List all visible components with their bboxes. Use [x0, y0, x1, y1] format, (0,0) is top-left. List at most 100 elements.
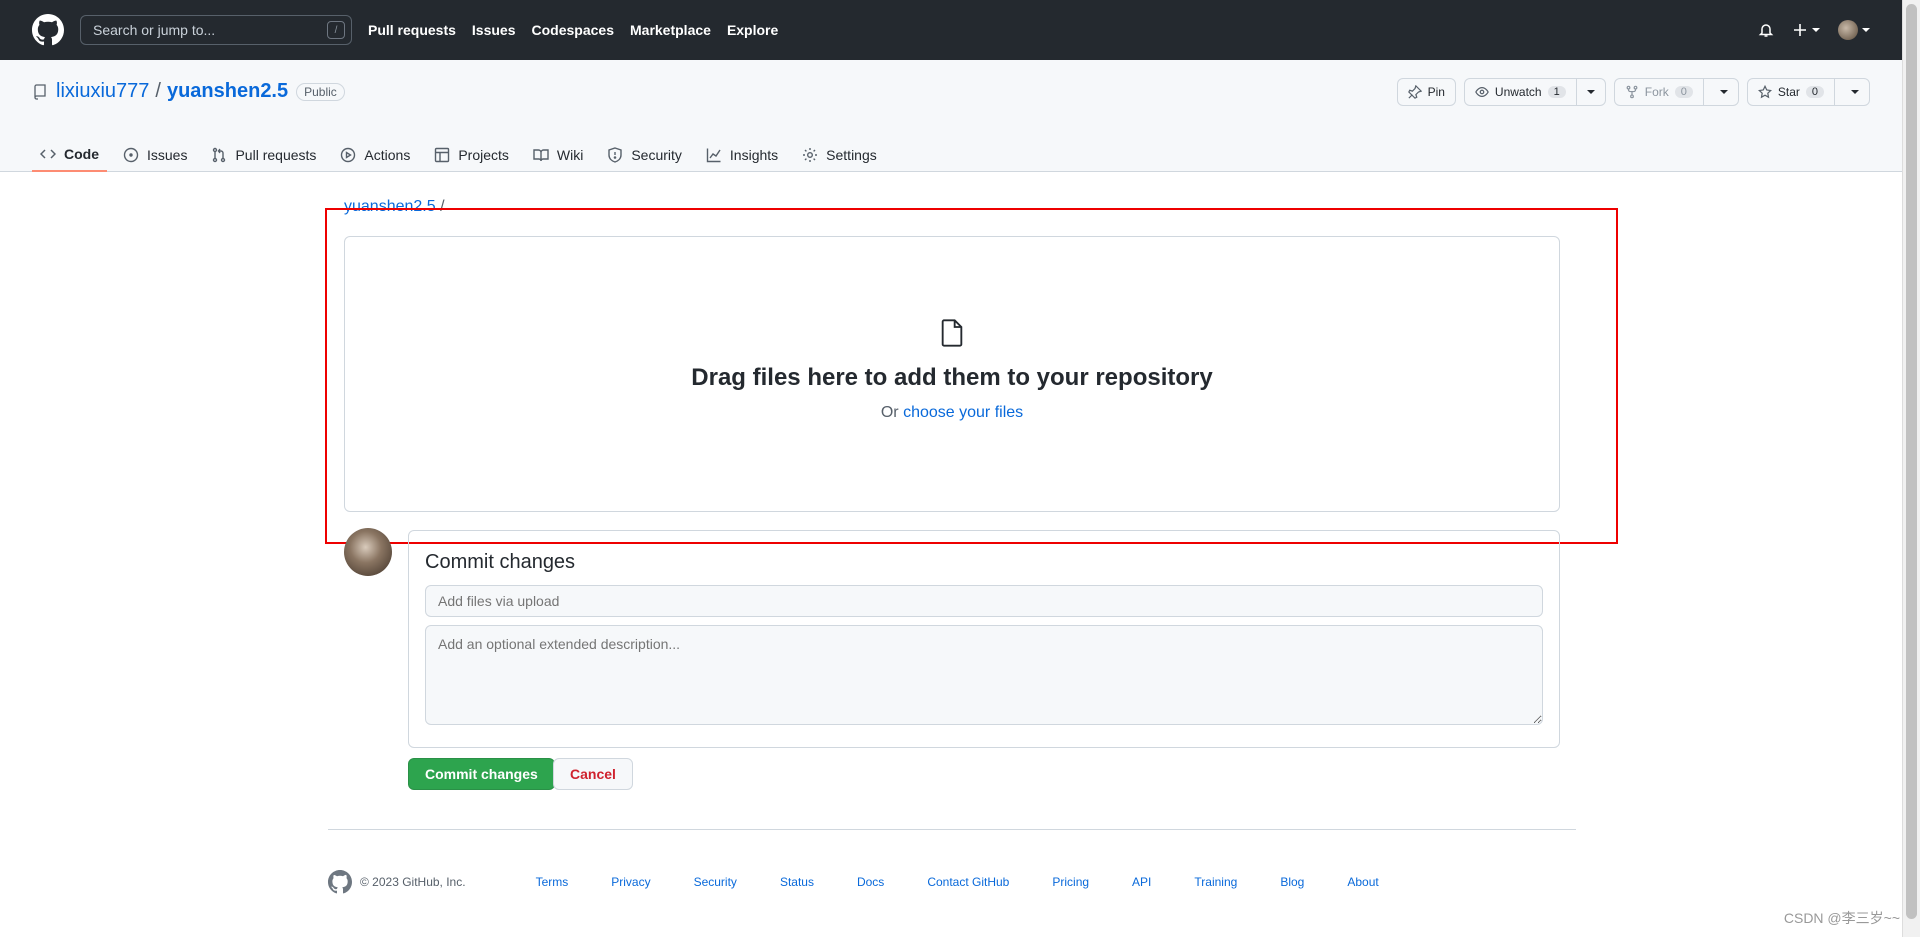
visibility-badge: Public — [296, 82, 345, 101]
unwatch-dropdown[interactable] — [1575, 79, 1595, 105]
tab-issues[interactable]: Issues — [115, 138, 195, 172]
pin-button[interactable]: Pin — [1396, 78, 1456, 106]
gear-icon — [803, 148, 818, 162]
play-icon — [341, 147, 356, 163]
star-label: Star — [1777, 85, 1800, 99]
bell-icon[interactable] — [1758, 22, 1774, 38]
shield-icon — [608, 147, 623, 163]
footer-link-status[interactable]: Status — [780, 875, 814, 889]
repo-title: lixiuxiu777 / yuanshen2.5 Public — [32, 80, 345, 103]
pin-label: Pin — [1427, 85, 1445, 99]
star-count: 0 — [1805, 86, 1824, 98]
user-menu[interactable] — [1838, 20, 1870, 40]
fork-label: Fork — [1644, 85, 1669, 99]
unwatch-label: Unwatch — [1494, 85, 1542, 99]
global-nav: Pull requests Issues Codespaces Marketpl… — [368, 22, 794, 38]
footer-link-terms[interactable]: Terms — [536, 875, 569, 889]
tab-actions[interactable]: Actions — [332, 138, 418, 172]
footer-link-contact[interactable]: Contact GitHub — [927, 875, 1009, 889]
tab-wiki[interactable]: Wiki — [525, 138, 591, 172]
fork-count: 0 — [1674, 86, 1693, 98]
repo-name-link[interactable]: yuanshen2.5 — [167, 80, 288, 103]
csdn-watermark: CSDN @李三岁~~ — [1783, 910, 1900, 926]
caret-down-icon — [1719, 90, 1728, 94]
fork-button[interactable]: Fork 0 — [1613, 78, 1739, 106]
cancel-button[interactable]: Cancel — [553, 758, 633, 790]
nav-codespaces[interactable]: Codespaces — [532, 22, 614, 38]
tab-pull-requests[interactable]: Pull requests — [203, 138, 324, 172]
github-logo-icon[interactable] — [32, 14, 64, 46]
caret-down-icon — [1862, 28, 1870, 32]
issue-opened-icon — [123, 147, 139, 163]
commit-description-textarea[interactable] — [425, 625, 1543, 725]
user-avatar — [1838, 20, 1858, 40]
unwatch-button[interactable]: Unwatch 1 — [1463, 78, 1606, 106]
fork-dropdown[interactable] — [1702, 79, 1728, 105]
graph-icon — [706, 148, 721, 163]
footer-copyright: © 2023 GitHub, Inc. — [360, 875, 466, 889]
table-icon — [435, 147, 450, 163]
tab-settings[interactable]: Settings — [794, 138, 885, 172]
tab-insights[interactable]: Insights — [698, 138, 786, 172]
star-dropdown[interactable] — [1834, 79, 1859, 105]
watch-count: 1 — [1547, 86, 1566, 98]
commit-form: Commit changes — [408, 530, 1560, 748]
tab-security-label: Security — [631, 147, 682, 163]
repo-icon — [34, 83, 46, 100]
repo-actions: Pin Unwatch 1 Fork 0 Star 0 — [1396, 78, 1870, 106]
plus-icon — [1794, 24, 1806, 36]
tab-issues-label: Issues — [147, 147, 188, 163]
tab-code[interactable]: Code — [32, 138, 107, 172]
fork-icon — [1626, 85, 1638, 99]
footer-divider — [328, 829, 1576, 830]
search-placeholder: Search or jump to... — [93, 22, 216, 38]
nav-marketplace[interactable]: Marketplace — [630, 22, 711, 38]
nav-explore[interactable]: Explore — [727, 22, 778, 38]
footer-link-api[interactable]: API — [1132, 875, 1151, 889]
footer-link-training[interactable]: Training — [1194, 875, 1237, 889]
repo-title-separator: / — [155, 80, 161, 102]
tab-code-label: Code — [64, 146, 99, 162]
commit-changes-button[interactable]: Commit changes — [408, 758, 555, 790]
committer-avatar — [344, 528, 392, 576]
search-input[interactable]: Search or jump to... / — [80, 15, 352, 45]
global-header: Search or jump to... / Pull requests Iss… — [0, 0, 1902, 60]
footer: © 2023 GitHub, Inc. Terms Privacy Securi… — [328, 870, 1576, 894]
caret-down-icon — [1812, 28, 1820, 32]
caret-down-icon — [1851, 90, 1859, 94]
search-shortcut-hint: / — [327, 21, 345, 39]
caret-down-icon — [1586, 90, 1595, 94]
tab-pull-requests-label: Pull requests — [235, 147, 317, 163]
footer-link-about[interactable]: About — [1347, 875, 1378, 889]
highlight-annotation-box — [325, 208, 1618, 544]
repo-owner-link[interactable]: lixiuxiu777 — [56, 80, 149, 103]
tab-wiki-label: Wiki — [556, 147, 584, 163]
footer-link-pricing[interactable]: Pricing — [1052, 875, 1089, 889]
footer-link-blog[interactable]: Blog — [1280, 875, 1304, 889]
github-mark-icon[interactable] — [328, 870, 352, 894]
nav-pull-requests[interactable]: Pull requests — [368, 22, 456, 38]
book-icon — [533, 149, 549, 162]
star-icon — [1757, 85, 1772, 99]
tab-projects[interactable]: Projects — [426, 138, 517, 172]
git-pull-request-icon — [213, 147, 226, 163]
nav-issues[interactable]: Issues — [472, 22, 516, 38]
tab-security[interactable]: Security — [599, 138, 690, 172]
create-new-menu[interactable] — [1792, 22, 1820, 38]
repo-header: lixiuxiu777 / yuanshen2.5 Public Pin Unw… — [0, 60, 1902, 172]
repo-tabs: Code Issues Pull requests Actions Projec… — [32, 138, 893, 172]
pin-icon — [1407, 85, 1422, 99]
tab-settings-label: Settings — [826, 147, 877, 163]
page-scrollbar[interactable] — [1902, 0, 1920, 937]
commit-title: Commit changes — [425, 551, 576, 573]
scrollbar-thumb[interactable] — [1906, 4, 1917, 919]
commit-summary-input[interactable] — [425, 585, 1543, 617]
footer-link-privacy[interactable]: Privacy — [611, 875, 650, 889]
footer-link-docs[interactable]: Docs — [857, 875, 884, 889]
tab-actions-label: Actions — [364, 147, 411, 163]
header-actions — [1758, 20, 1870, 40]
code-icon — [40, 149, 56, 159]
eye-icon — [1475, 87, 1489, 97]
footer-link-security[interactable]: Security — [694, 875, 737, 889]
star-button[interactable]: Star 0 — [1746, 78, 1870, 106]
